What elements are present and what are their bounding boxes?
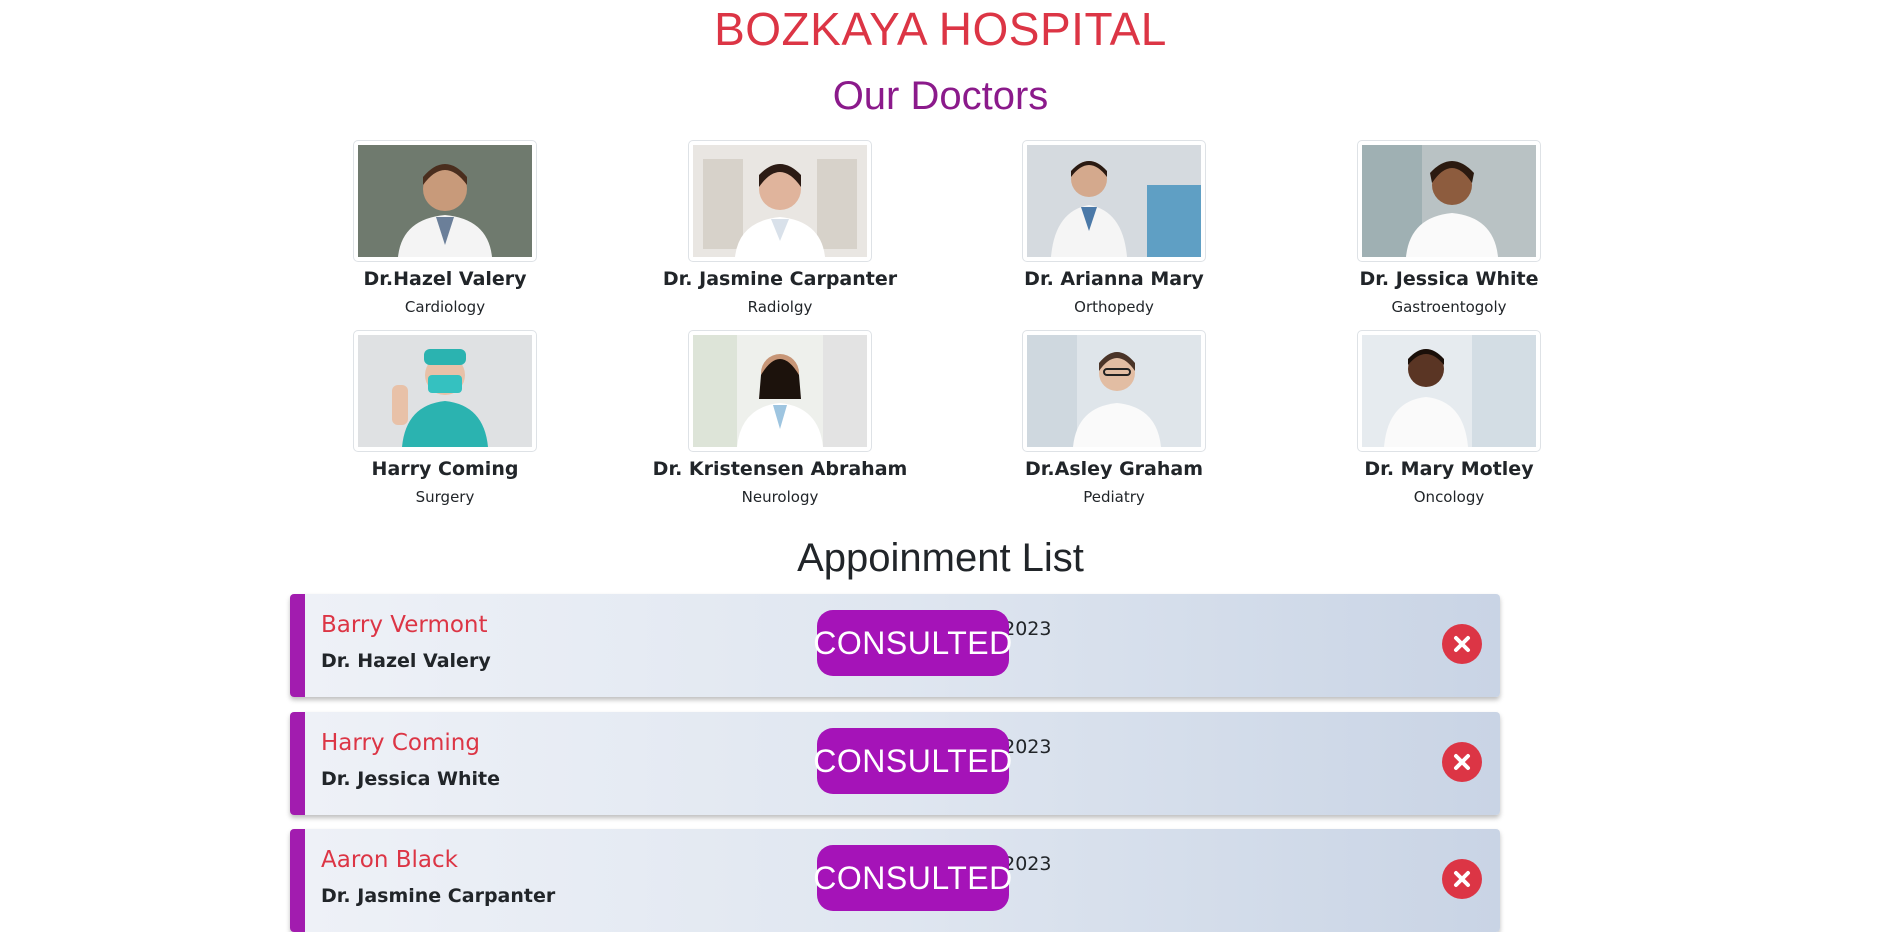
appointment-doctor: Dr. Jessica White [321, 768, 501, 790]
doctor-photo [688, 330, 872, 452]
doctor-name: Dr. Jessica White [1359, 268, 1539, 290]
status-badge[interactable]: CONSULTED [813, 728, 1012, 794]
doctor-card[interactable]: Dr. Mary Motley Oncology [1309, 330, 1589, 506]
doctor-specialty: Neurology [741, 488, 819, 506]
page: BOZKAYA HOSPITAL Our Doctors Dr.Hazel Va… [0, 0, 1881, 932]
doctor-photo [353, 330, 537, 452]
doctor-name: Dr. Arianna Mary [1024, 268, 1204, 290]
appointment-card: Harry Coming Dr. Jessica White 2.2023 3 … [290, 712, 1500, 815]
doctor-card[interactable]: Dr. Jasmine Carpanter Radiolgy [640, 140, 920, 316]
doctor-name: Dr.Hazel Valery [363, 268, 527, 290]
doctor-name: Dr. Jasmine Carpanter [662, 268, 898, 290]
doctor-name: Harry Coming [371, 458, 519, 480]
doctor-card[interactable]: Harry Coming Surgery [305, 330, 585, 506]
doctor-card[interactable]: Dr. Arianna Mary Orthopedy [974, 140, 1254, 316]
appointment-doctor: Dr. Hazel Valery [321, 650, 491, 672]
patient-name: Harry Coming [321, 730, 480, 756]
doctor-name: Dr. Mary Motley [1364, 458, 1534, 480]
doctor-specialty: Gastroentogoly [1391, 298, 1507, 316]
status-badge[interactable]: CONSULTED [813, 845, 1012, 911]
doctor-photo [1357, 140, 1541, 262]
delete-button[interactable] [1442, 859, 1482, 899]
delete-button[interactable] [1442, 742, 1482, 782]
appointment-card: Aaron Black Dr. Jasmine Carpanter 2.2023… [290, 829, 1500, 932]
doctor-photo [1357, 330, 1541, 452]
doctor-card[interactable]: Dr.Hazel Valery Cardiology [305, 140, 585, 316]
appointment-card: Barry Vermont Dr. Hazel Valery 2.2023 3 … [290, 594, 1500, 697]
doctor-card[interactable]: Dr.Asley Graham Pediatry [974, 330, 1254, 506]
doctor-specialty: Pediatry [1083, 488, 1145, 506]
doctor-specialty: Surgery [415, 488, 475, 506]
doctor-specialty: Orthopedy [1074, 298, 1154, 316]
doctor-name: Dr.Asley Graham [1025, 458, 1203, 480]
status-badge[interactable]: CONSULTED [813, 610, 1012, 676]
doctor-photo [688, 140, 872, 262]
patient-name: Aaron Black [321, 847, 458, 873]
close-circle-icon [1454, 871, 1470, 887]
close-circle-icon [1454, 754, 1470, 770]
doctor-photo [1022, 330, 1206, 452]
doctor-card[interactable]: Dr. Kristensen Abraham Neurology [640, 330, 920, 506]
doctors-section-title: Our Doctors [832, 74, 1049, 118]
delete-button[interactable] [1442, 624, 1482, 664]
close-circle-icon [1454, 636, 1470, 652]
hospital-title: BOZKAYA HOSPITAL [714, 3, 1167, 55]
patient-name: Barry Vermont [321, 612, 488, 638]
doctor-name: Dr. Kristensen Abraham [652, 458, 908, 480]
appointments-section-title: Appoinment List [797, 536, 1084, 580]
appointment-doctor: Dr. Jasmine Carpanter [321, 885, 556, 907]
doctor-specialty: Cardiology [404, 298, 486, 316]
doctor-photo [353, 140, 537, 262]
doctor-specialty: Radiolgy [747, 298, 813, 316]
doctor-specialty: Oncology [1413, 488, 1485, 506]
doctor-photo [1022, 140, 1206, 262]
doctor-card[interactable]: Dr. Jessica White Gastroentogoly [1309, 140, 1589, 316]
